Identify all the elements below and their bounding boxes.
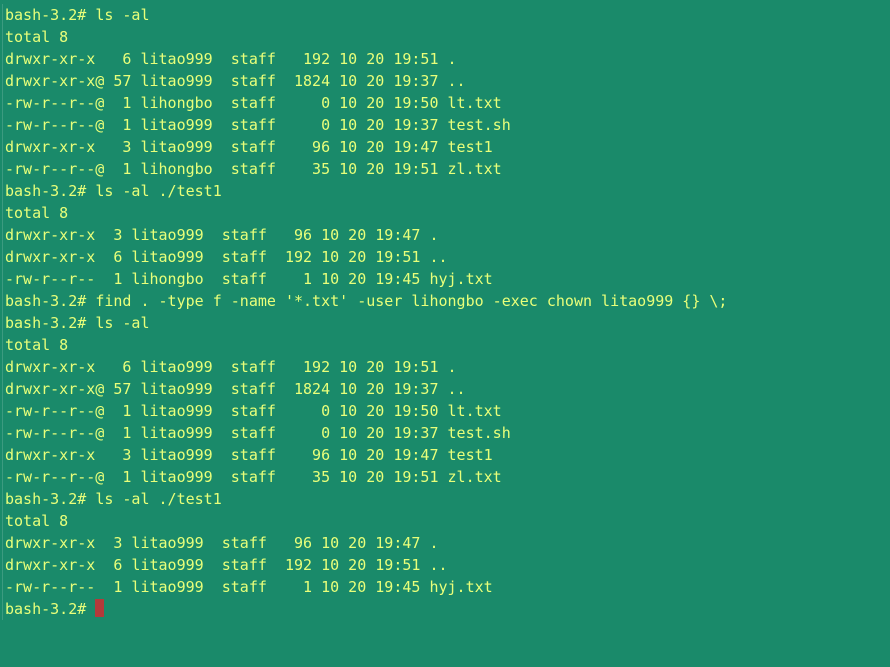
output-line: total 8 [5,510,888,532]
prompt-line: bash-3.2# ls -al ./test1 [5,180,888,202]
shell-prompt: bash-3.2# [5,292,95,310]
file-row: -rw-r--r-- 1 litao999 staff 1 10 20 19:4… [5,576,888,598]
file-row: drwxr-xr-x@ 57 litao999 staff 1824 10 20… [5,70,888,92]
prompt-line[interactable]: bash-3.2# [5,598,888,620]
prompt-line: bash-3.2# ls -al [5,312,888,334]
file-row: drwxr-xr-x 3 litao999 staff 96 10 20 19:… [5,224,888,246]
file-row: drwxr-xr-x@ 57 litao999 staff 1824 10 20… [5,378,888,400]
terminal-window[interactable]: bash-3.2# ls -al total 8 drwxr-xr-x 6 li… [2,4,888,620]
cursor-icon [95,599,104,617]
prompt-line: bash-3.2# ls -al [5,4,888,26]
file-row: -rw-r--r--@ 1 lihongbo staff 35 10 20 19… [5,158,888,180]
command-text: ls -al [95,6,149,24]
shell-prompt: bash-3.2# [5,182,95,200]
file-row: -rw-r--r--@ 1 litao999 staff 0 10 20 19:… [5,114,888,136]
file-row: -rw-r--r--@ 1 litao999 staff 0 10 20 19:… [5,422,888,444]
command-text: find . -type f -name '*.txt' -user lihon… [95,292,727,310]
file-row: drwxr-xr-x 3 litao999 staff 96 10 20 19:… [5,532,888,554]
command-text: ls -al ./test1 [95,490,221,508]
shell-prompt: bash-3.2# [5,6,95,24]
file-row: -rw-r--r--@ 1 litao999 staff 0 10 20 19:… [5,400,888,422]
command-text: ls -al [95,314,149,332]
file-row: -rw-r--r--@ 1 litao999 staff 35 10 20 19… [5,466,888,488]
prompt-line: bash-3.2# find . -type f -name '*.txt' -… [5,290,888,312]
file-row: drwxr-xr-x 6 litao999 staff 192 10 20 19… [5,48,888,70]
prompt-line: bash-3.2# ls -al ./test1 [5,488,888,510]
shell-prompt: bash-3.2# [5,314,95,332]
file-row: -rw-r--r--@ 1 lihongbo staff 0 10 20 19:… [5,92,888,114]
output-line: total 8 [5,202,888,224]
output-line: total 8 [5,26,888,48]
output-line: total 8 [5,334,888,356]
file-row: drwxr-xr-x 6 litao999 staff 192 10 20 19… [5,246,888,268]
file-row: drwxr-xr-x 3 litao999 staff 96 10 20 19:… [5,444,888,466]
shell-prompt: bash-3.2# [5,600,95,618]
file-row: -rw-r--r-- 1 lihongbo staff 1 10 20 19:4… [5,268,888,290]
file-row: drwxr-xr-x 6 litao999 staff 192 10 20 19… [5,356,888,378]
command-text: ls -al ./test1 [95,182,221,200]
file-row: drwxr-xr-x 3 litao999 staff 96 10 20 19:… [5,136,888,158]
shell-prompt: bash-3.2# [5,490,95,508]
file-row: drwxr-xr-x 6 litao999 staff 192 10 20 19… [5,554,888,576]
